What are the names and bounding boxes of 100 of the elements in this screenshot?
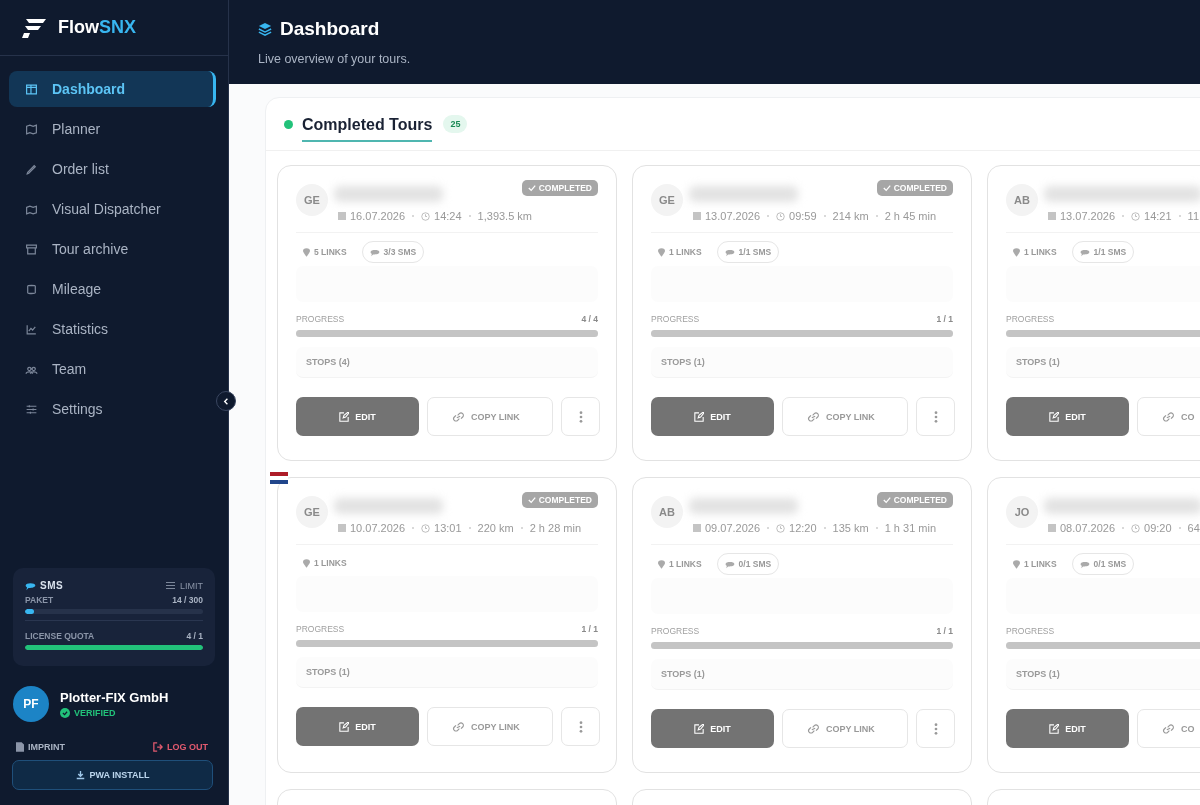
tour-distance: 214 km (832, 210, 869, 222)
more-icon (578, 410, 583, 423)
nav-item[interactable]: Planner (9, 111, 216, 147)
progress-label: PROGRESS (296, 624, 345, 634)
clock-icon (421, 523, 431, 533)
more-icon (933, 410, 938, 423)
map-icon (25, 122, 38, 136)
chat-icon (1079, 247, 1090, 257)
edit-icon (339, 411, 350, 422)
copy-link-button[interactable]: COPY LINK (782, 397, 908, 436)
more-button[interactable] (916, 397, 955, 436)
chat-icon (724, 247, 735, 257)
customer-avatar: GE (651, 184, 683, 216)
nav-item[interactable]: Visual Dispatcher (9, 191, 216, 227)
sms-title: SMS (40, 580, 64, 591)
customer-avatar: AB (1006, 184, 1038, 216)
meter-label: PAKET (25, 595, 54, 605)
chat-icon (25, 580, 36, 591)
section-tab[interactable]: Completed Tours (302, 110, 433, 142)
nav-item[interactable]: Statistics (9, 311, 216, 347)
nav-item[interactable]: Order list (9, 151, 216, 187)
copy-link-button[interactable]: COPY LINK (427, 397, 553, 436)
edit-icon (694, 411, 705, 422)
check-icon (882, 184, 891, 192)
logout-link[interactable]: LOG OUT (153, 742, 208, 752)
link-icon (807, 411, 820, 422)
nav-item[interactable]: Team (9, 351, 216, 387)
link-icon (1162, 723, 1175, 734)
customer-avatar: AB (651, 496, 683, 528)
more-button[interactable] (916, 709, 955, 748)
edit-button[interactable]: EDIT (651, 709, 774, 748)
logo-icon (22, 16, 48, 39)
calendar-icon (693, 212, 701, 220)
tour-time: 14:21 (1144, 210, 1172, 222)
edit-button[interactable]: EDIT (1006, 709, 1129, 748)
status-text: COMPLETED (538, 495, 592, 505)
download-icon (75, 770, 85, 780)
user-avatar: PF (13, 686, 49, 722)
map-pin-icon (1013, 247, 1020, 257)
tour-duration: 1 h 31 min (884, 522, 937, 534)
tour-time: 09:20 (1144, 522, 1172, 534)
tour-date: 09.07.2026 (705, 522, 761, 534)
calendar-icon (338, 212, 346, 220)
progress-label: PROGRESS (651, 314, 700, 324)
links-count: 1 LINKS (669, 247, 702, 257)
meter-reading: 14 / 300 (172, 595, 203, 605)
link-icon (452, 411, 465, 422)
clock-icon (776, 523, 786, 533)
map-pin-icon (658, 559, 665, 569)
clock-icon (1131, 523, 1141, 533)
nav-item[interactable]: Mileage (9, 271, 216, 307)
calendar-icon (338, 524, 346, 532)
nav-item[interactable]: Dashboard (9, 71, 216, 107)
calendar-icon (1048, 212, 1056, 220)
edit-icon (1049, 411, 1060, 422)
document-icon (16, 742, 24, 752)
chat-icon (369, 247, 380, 257)
brand-name: FlowSNX (58, 17, 136, 38)
more-button[interactable] (561, 707, 600, 746)
imprint-link[interactable]: IMPRINT (16, 742, 65, 752)
progress-label: PROGRESS (1006, 626, 1055, 636)
coins-icon (25, 282, 38, 296)
progress-label: PROGRESS (651, 626, 700, 636)
tour-time: 09:59 (789, 210, 817, 222)
limit-link[interactable]: LIMIT (165, 580, 203, 591)
copy-link-button[interactable]: COPY LINK (427, 707, 553, 746)
sms-count: 0/1 SMS (738, 559, 772, 569)
map-pin-icon (1013, 559, 1020, 569)
more-button[interactable] (561, 397, 600, 436)
tour-distance: 1,393.5 km (477, 210, 532, 222)
edit-button[interactable]: EDIT (296, 707, 419, 746)
chat-icon (724, 559, 735, 569)
link-icon (452, 721, 465, 732)
sliders-icon (165, 581, 176, 590)
nav-item[interactable]: Tour archive (9, 231, 216, 267)
customer-avatar: GE (296, 184, 328, 216)
status-text: COMPLETED (893, 183, 947, 193)
tour-date: 08.07.2026 (1060, 522, 1116, 534)
sms-count: 1/1 SMS (1093, 247, 1127, 257)
tour-duration: 2 h 28 min (529, 522, 582, 534)
collapse-button[interactable] (216, 391, 236, 411)
logout-icon (153, 742, 163, 752)
nav-item[interactable]: Settings (9, 391, 216, 427)
edit-button[interactable]: EDIT (296, 397, 419, 436)
copy-link-button[interactable]: CO (1137, 709, 1200, 748)
clock-icon (421, 211, 431, 221)
install-button[interactable]: PWA INSTALL (12, 760, 213, 790)
copy-link-button[interactable]: CO (1137, 397, 1200, 436)
edit-button[interactable]: EDIT (1006, 397, 1129, 436)
link-icon (807, 723, 820, 734)
map-pin-icon (303, 247, 310, 257)
tour-distance: 64 (1187, 522, 1200, 534)
edit-button[interactable]: EDIT (651, 397, 774, 436)
links-count: 1 LINKS (314, 558, 347, 568)
copy-link-button[interactable]: COPY LINK (782, 709, 908, 748)
count-badge: 25 (443, 115, 468, 133)
check-icon (527, 496, 536, 504)
progress-count: 1 / 1 (936, 314, 953, 324)
clock-icon (776, 211, 786, 221)
tour-date: 13.07.2026 (705, 210, 761, 222)
